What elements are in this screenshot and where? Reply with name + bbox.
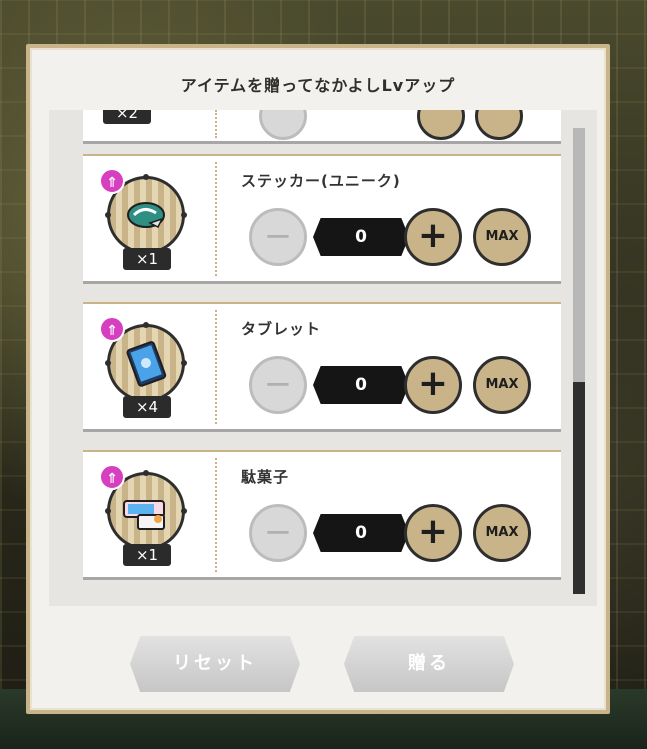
minus-button[interactable] xyxy=(259,110,307,140)
item-name: 駄菓子 xyxy=(241,468,290,486)
minus-button[interactable]: − xyxy=(249,504,307,562)
card-divider xyxy=(215,458,217,572)
item-name: タブレット xyxy=(241,320,322,338)
give-button[interactable]: 贈る xyxy=(344,636,514,692)
item-icon-wrap: ⇑ ×1 xyxy=(99,464,193,566)
item-icon-wrap: ⇑ ×1 xyxy=(99,168,193,270)
item-count: ×4 xyxy=(123,396,171,418)
plus-button[interactable]: + xyxy=(404,208,462,266)
scrollbar-thumb[interactable] xyxy=(573,382,585,594)
plus-button[interactable]: + xyxy=(404,504,462,562)
item-card: ⇑ ×1 駄菓子 − 0 + MAX xyxy=(83,450,561,580)
max-button[interactable] xyxy=(475,110,523,140)
item-card-partial: ×2 xyxy=(83,110,561,144)
item-icon-wrap: ⇑ ×4 xyxy=(99,316,193,418)
quantity-controls: − 0 + MAX xyxy=(249,502,539,564)
max-button[interactable]: MAX xyxy=(473,356,531,414)
gift-modal: アイテムを贈ってなかよしLvアップ ×2 ⇑ ×1 ステッカー(ユニーク) − … xyxy=(26,44,610,714)
plus-button[interactable] xyxy=(417,110,465,140)
item-card: ⇑ ×4 タブレット − 0 + MAX xyxy=(83,302,561,432)
plus-button[interactable]: + xyxy=(404,356,462,414)
max-button[interactable]: MAX xyxy=(473,504,531,562)
card-divider xyxy=(215,162,217,276)
quantity-value: 0 xyxy=(313,366,409,404)
minus-button[interactable]: − xyxy=(249,356,307,414)
item-card: ⇑ ×1 ステッカー(ユニーク) − 0 + MAX xyxy=(83,154,561,284)
reset-button[interactable]: リセット xyxy=(130,636,300,692)
item-list[interactable]: ×2 ⇑ ×1 ステッカー(ユニーク) − 0 + MAX ⇑ ×4 タブレット… xyxy=(49,110,597,606)
rank-up-icon: ⇑ xyxy=(99,168,125,194)
rank-up-icon: ⇑ xyxy=(99,464,125,490)
card-divider xyxy=(215,310,217,424)
item-count: ×2 xyxy=(103,110,151,124)
item-count: ×1 xyxy=(123,544,171,566)
minus-button[interactable]: − xyxy=(249,208,307,266)
rank-up-icon: ⇑ xyxy=(99,316,125,342)
quantity-value: 0 xyxy=(313,514,409,552)
quantity-controls: − 0 + MAX xyxy=(249,354,539,416)
quantity-value: 0 xyxy=(313,218,409,256)
item-name: ステッカー(ユニーク) xyxy=(241,172,401,190)
item-count: ×1 xyxy=(123,248,171,270)
card-divider xyxy=(215,110,217,138)
gift-modal-inner: アイテムを贈ってなかよしLvアップ ×2 ⇑ ×1 ステッカー(ユニーク) − … xyxy=(30,48,606,710)
quantity-controls: − 0 + MAX xyxy=(249,206,539,268)
max-button[interactable]: MAX xyxy=(473,208,531,266)
modal-title: アイテムを贈ってなかよしLvアップ xyxy=(180,76,456,95)
